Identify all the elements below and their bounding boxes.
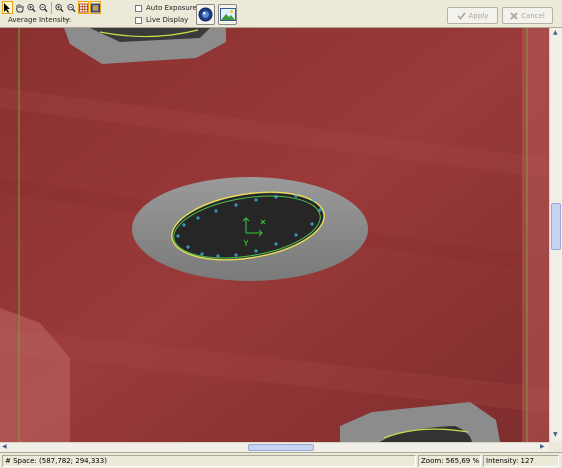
- tool-row: [2, 1, 102, 15]
- bright-edge: [522, 28, 549, 442]
- vertical-scrollbar[interactable]: ▲ ▼: [549, 28, 562, 442]
- scroll-up-icon[interactable]: ▲: [553, 30, 558, 36]
- status-zoom: Zoom: 565,69 %: [418, 455, 481, 467]
- image-button[interactable]: [218, 4, 237, 25]
- grid-overlay-button[interactable]: [78, 1, 89, 14]
- region-overlay-icon: [91, 3, 100, 12]
- average-intensity-value: --: [64, 16, 70, 24]
- cancel-button[interactable]: Cancel: [502, 7, 553, 24]
- image-icon: [219, 8, 236, 21]
- status-bar: # Space: (587,782; 294,333) Zoom: 565,69…: [0, 452, 562, 468]
- horizontal-scroll-thumb[interactable]: [248, 444, 314, 451]
- zoom-fit-button[interactable]: [54, 1, 65, 14]
- close-icon: [510, 11, 518, 20]
- live-display-box[interactable]: [135, 16, 142, 24]
- average-intensity-label: Average Intensity:: [8, 16, 72, 24]
- apply-label: Apply: [468, 11, 489, 20]
- live-display-checkbox[interactable]: Live Display: [135, 16, 188, 24]
- toolbar: Average Intensity: -- Auto Exposure Live…: [0, 0, 562, 28]
- pan-tool-button[interactable]: [14, 1, 25, 14]
- region-overlay-button[interactable]: [90, 1, 101, 14]
- cancel-label: Cancel: [521, 11, 545, 20]
- zoom-in-button[interactable]: [26, 1, 37, 14]
- status-space: # Space: (587,782; 294,333): [2, 455, 416, 467]
- auto-exposure-checkbox[interactable]: Auto Exposure: [135, 4, 197, 12]
- pan-hand-icon: [16, 3, 24, 12]
- pointer-tool-button[interactable]: [2, 1, 13, 14]
- pointer-icon: [4, 2, 10, 13]
- scroll-right-icon[interactable]: ▶: [540, 444, 545, 450]
- zoom-fit-icon: [55, 3, 64, 12]
- inspection-image: [0, 28, 549, 442]
- apply-button[interactable]: Apply: [447, 7, 498, 24]
- zoom-actual-icon: [67, 3, 76, 12]
- live-display-label: Live Display: [146, 16, 189, 24]
- zoom-out-icon: [39, 3, 48, 12]
- auto-exposure-label: Auto Exposure: [146, 4, 197, 12]
- vertical-scroll-thumb[interactable]: [551, 203, 561, 250]
- toolbar-separator: [51, 2, 52, 14]
- zoom-out-button[interactable]: [38, 1, 49, 14]
- image-viewport[interactable]: [0, 28, 549, 442]
- zoom-in-icon: [27, 3, 36, 12]
- camera-icon: [198, 7, 213, 22]
- camera-button[interactable]: [196, 4, 215, 25]
- status-intensity: Intensity: 127: [483, 455, 559, 467]
- auto-exposure-box[interactable]: [135, 4, 142, 12]
- scroll-down-icon[interactable]: ▼: [553, 432, 558, 438]
- scroll-corner: [549, 442, 562, 452]
- checkmark-icon: [457, 11, 466, 20]
- zoom-actual-button[interactable]: [66, 1, 77, 14]
- grid-overlay-icon: [79, 3, 88, 12]
- horizontal-scrollbar[interactable]: ◀ ▶: [0, 442, 549, 452]
- scroll-left-icon[interactable]: ◀: [2, 444, 7, 450]
